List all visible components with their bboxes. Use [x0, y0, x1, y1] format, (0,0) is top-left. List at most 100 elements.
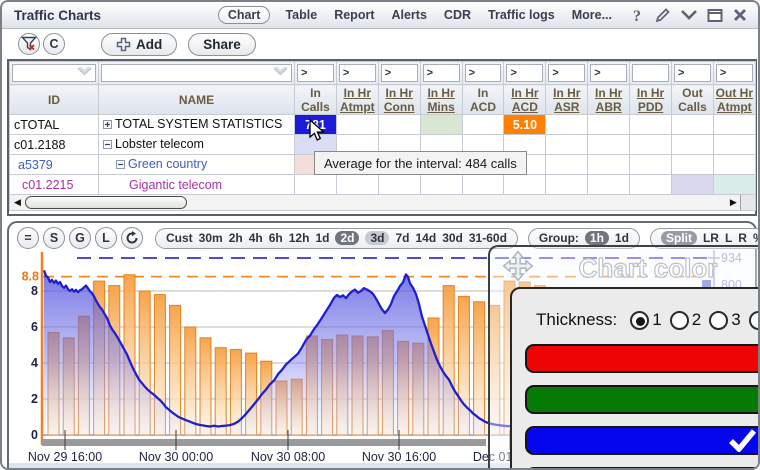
column-header-in_acd[interactable]: In ACD [461, 84, 505, 115]
cell-in_hr_conn[interactable] [377, 174, 421, 195]
column-filter-name[interactable] [98, 61, 295, 85]
table-hscrollbar[interactable]: ◀ ▶ [9, 194, 756, 211]
help-icon[interactable]: ? [629, 7, 645, 24]
cell-in_hr_pdd[interactable] [629, 114, 673, 135]
column-filter-in_hr_acd[interactable]: > [503, 61, 547, 85]
cell-in_hr_atmpt[interactable] [335, 174, 379, 195]
cell-out_hr_atmpt[interactable] [712, 174, 756, 195]
column-filter-in_calls[interactable]: > [294, 61, 337, 85]
hscrollbar-thumb[interactable] [25, 196, 187, 209]
cell-in_hr_asr[interactable] [545, 134, 589, 155]
cell-in_hr_asr[interactable] [545, 154, 589, 175]
column-header-in_hr_atmpt[interactable]: In Hr Atmpt [335, 84, 379, 115]
c-button[interactable]: C [43, 33, 65, 55]
column-filter-in_acd[interactable]: > [461, 61, 505, 85]
thickness-radio-3[interactable] [709, 310, 729, 330]
cell-id[interactable]: c01.2188 [9, 134, 99, 155]
view-button-l[interactable]: L [95, 227, 117, 249]
column-filter-in_hr_pdd[interactable] [629, 61, 673, 85]
cell-out_hr_atmpt[interactable] [712, 114, 756, 135]
column-header-out_hr_atmpt[interactable]: Out Hr Atmpt [712, 84, 756, 115]
cell-name[interactable]: TOTAL SYSTEM STATISTICS [98, 114, 295, 135]
nav-item-report[interactable]: Report [332, 7, 376, 23]
filter-button[interactable] [18, 33, 40, 55]
cell-id[interactable]: cTOTAL [9, 114, 99, 135]
column-filter-out_hr_atmpt[interactable]: > [712, 61, 756, 85]
column-header-in_hr_mins[interactable]: In Hr Mins [419, 84, 463, 115]
cell-name[interactable]: Lobster telecom [98, 134, 295, 155]
cell-in_hr_abr[interactable] [587, 134, 631, 155]
column-header-in_hr_conn[interactable]: In Hr Conn [377, 84, 421, 115]
cell-in_hr_acd[interactable]: 5.10 [503, 114, 547, 135]
column-header-in_hr_acd[interactable]: In Hr ACD [503, 84, 547, 115]
group-option-1d[interactable]: 1d [615, 231, 629, 245]
range-option-30m[interactable]: 30m [199, 231, 223, 245]
range-option-1d[interactable]: 1d [315, 231, 329, 245]
cell-name[interactable]: Green country [98, 154, 295, 175]
window-icon[interactable] [707, 8, 723, 23]
nav-item-more[interactable]: More... [570, 7, 614, 23]
cell-out_calls[interactable] [671, 134, 714, 155]
refresh-button[interactable] [121, 227, 143, 249]
column-filter-out_calls[interactable]: > [671, 61, 714, 85]
cell-in_hr_atmpt[interactable] [335, 114, 379, 135]
expand-icon[interactable] [103, 118, 112, 132]
column-filter-in_hr_mins[interactable]: > [419, 61, 463, 85]
column-filter-in_hr_atmpt[interactable]: > [335, 61, 379, 85]
split-badge[interactable]: Split [660, 231, 697, 245]
cell-in_hr_pdd[interactable] [629, 174, 673, 195]
cell-in_calls[interactable] [294, 174, 337, 195]
range-option-2d[interactable]: 2d [335, 231, 360, 245]
cell-in_hr_asr[interactable] [545, 114, 589, 135]
cell-in_hr_abr[interactable] [587, 114, 631, 135]
range-option-30d[interactable]: 30d [442, 231, 463, 245]
cell-in_acd[interactable] [461, 174, 505, 195]
cell-out_calls[interactable] [671, 154, 714, 175]
cell-in_acd[interactable] [461, 114, 505, 135]
share-button[interactable]: Share [188, 32, 256, 56]
thickness-radio-4[interactable] [748, 310, 758, 330]
collapse-icon[interactable] [103, 138, 112, 152]
cell-name[interactable]: Gigantic telecom [98, 174, 295, 195]
dialog-title-bar[interactable]: Chart color [490, 247, 758, 289]
cell-in_hr_pdd[interactable] [629, 154, 673, 175]
column-filter-in_hr_abr[interactable]: > [587, 61, 631, 85]
color-swatch-blue[interactable] [525, 426, 758, 455]
nav-item-cdr[interactable]: CDR [442, 7, 473, 23]
column-filter-in_hr_conn[interactable]: > [377, 61, 421, 85]
column-header-in_hr_abr[interactable]: In Hr ABR [587, 84, 631, 115]
collapse-icon[interactable] [116, 158, 125, 172]
split-option-pct[interactable]: % [753, 231, 758, 245]
range-option-3d[interactable]: 3d [365, 231, 390, 245]
scroll-right-icon[interactable]: ▶ [727, 196, 740, 210]
cell-in_hr_mins[interactable] [419, 114, 463, 135]
cell-out_hr_atmpt[interactable] [712, 154, 756, 175]
close-icon[interactable] [732, 7, 748, 23]
view-button-pct[interactable]: = [17, 227, 39, 249]
cell-id[interactable]: a5379 [9, 154, 99, 175]
cell-out_calls[interactable] [671, 114, 714, 135]
thickness-radio-1[interactable] [630, 310, 650, 330]
cell-in_hr_acd[interactable] [503, 174, 547, 195]
range-option-cust[interactable]: Cust [166, 231, 193, 245]
range-option-14d[interactable]: 14d [416, 231, 437, 245]
nav-item-table[interactable]: Table [283, 7, 319, 23]
nav-item-chart[interactable]: Chart [217, 6, 271, 24]
color-swatch-green[interactable] [525, 385, 758, 414]
hscrollbar-track[interactable]: ◀ ▶ [10, 195, 755, 210]
range-option-12h[interactable]: 12h [289, 231, 310, 245]
column-filter-in_hr_asr[interactable]: > [545, 61, 589, 85]
range-option-2h[interactable]: 2h [229, 231, 243, 245]
cell-in_hr_asr[interactable] [545, 174, 589, 195]
cell-in_hr_pdd[interactable] [629, 134, 673, 155]
split-option-l[interactable]: L [725, 231, 732, 245]
cell-in_hr_abr[interactable] [587, 174, 631, 195]
column-header-out_calls[interactable]: Out Calls [671, 84, 714, 115]
view-button-s[interactable]: S [43, 227, 65, 249]
color-swatch-red[interactable] [525, 344, 758, 373]
add-button[interactable]: Add [101, 32, 178, 56]
move-icon[interactable] [502, 250, 534, 287]
table-row-ctotal[interactable]: cTOTALTOTAL SYSTEM STATISTICS7815.10 [9, 114, 756, 135]
cell-out_hr_atmpt[interactable] [712, 134, 756, 155]
view-button-g[interactable]: G [69, 227, 91, 249]
